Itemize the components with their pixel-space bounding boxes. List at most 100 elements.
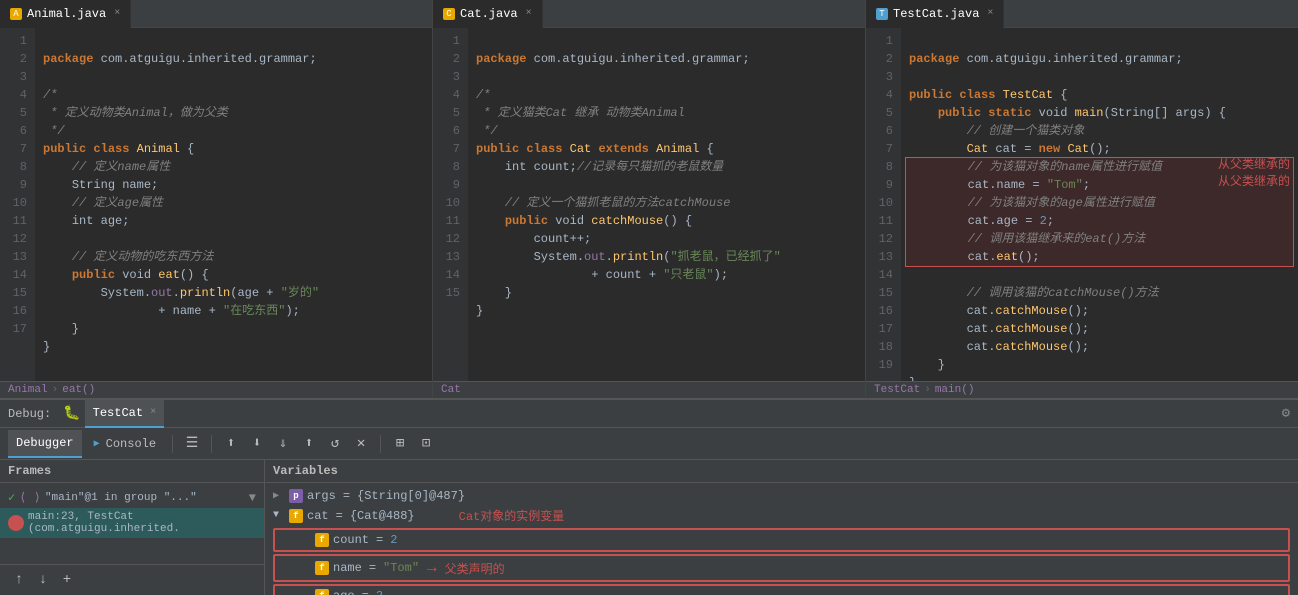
- count-value: 2: [390, 533, 397, 547]
- bug-icon: 🐛: [63, 405, 80, 422]
- parent-arrow: →: [427, 559, 437, 577]
- count-type-icon: f: [315, 533, 329, 547]
- animal-tab-icon: A: [10, 8, 22, 20]
- age-type-icon: f: [315, 589, 329, 595]
- cat-tab-bar: C Cat.java ×: [433, 0, 865, 28]
- cat-value: {Cat@488}: [350, 509, 415, 523]
- frame-controls: ↑ ↓ +: [0, 564, 264, 595]
- var-name-field[interactable]: f name = "Tom" → 父类声明的: [279, 557, 1284, 579]
- editor-area: A Animal.java × 12345 678910 1112131415 …: [0, 0, 1298, 400]
- gear-icon[interactable]: ⚙: [1282, 405, 1290, 422]
- args-eq: =: [343, 489, 350, 503]
- frames-btn[interactable]: ⊞: [389, 433, 411, 455]
- var-args[interactable]: ▶ p args = {String[0]@487}: [265, 487, 1298, 505]
- var-age[interactable]: f age = 2: [279, 587, 1284, 595]
- debug-toolbar: Debugger ▶ Console ☰ ⬆ ⬇ ⇓ ⬆ ↺ ✕ ⊞ ⊡: [0, 428, 1298, 460]
- animal-tab-label: Animal.java: [27, 7, 106, 21]
- age-name: age: [333, 589, 355, 595]
- count-highlight-box: f count = 2: [273, 528, 1290, 552]
- frame-check-icon: ✓: [8, 490, 15, 505]
- testcat-code-content[interactable]: package com.atguigu.inherited.grammar; p…: [901, 28, 1298, 381]
- frame-up-btn[interactable]: ↑: [8, 569, 30, 591]
- evaluate-btn[interactable]: ✕: [350, 433, 372, 455]
- step-into-btn[interactable]: ⬇: [246, 433, 268, 455]
- cat-eq: =: [336, 509, 343, 523]
- count-eq: =: [376, 533, 383, 547]
- debug-tab-bar: Debug: 🐛 TestCat × ⚙: [0, 400, 1298, 428]
- testcat-breadcrumb: TestCat › main(): [866, 381, 1298, 398]
- name-value: "Tom": [383, 561, 419, 575]
- testcat-tab-icon: T: [876, 8, 888, 20]
- step-out-btn[interactable]: ⬆: [298, 433, 320, 455]
- cat-tab-icon: C: [443, 8, 455, 20]
- cat-expand: ▼: [273, 510, 285, 521]
- layout-btn[interactable]: ⊡: [415, 433, 437, 455]
- debugger-tab[interactable]: Debugger: [8, 430, 82, 458]
- testcat-tab[interactable]: T TestCat.java ×: [866, 0, 1004, 28]
- testcat-tab-close[interactable]: ×: [987, 8, 993, 19]
- cat-tab[interactable]: C Cat.java ×: [433, 0, 543, 28]
- age-highlight-box: f age = 2: [273, 584, 1290, 595]
- frame-thread-icon: ⟨ ⟩: [19, 490, 41, 505]
- frame-dropdown-icon[interactable]: ▼: [249, 491, 256, 505]
- name-eq: =: [369, 561, 376, 575]
- args-type-icon: p: [289, 489, 303, 503]
- frame-item-1[interactable]: ✓ ⟨ ⟩ "main"@1 in group "..." ▼: [0, 487, 264, 508]
- cat-name: cat: [307, 509, 329, 523]
- debugger-label: Debugger: [16, 436, 74, 450]
- testcat-tab-label: TestCat.java: [893, 7, 979, 21]
- rerun-btn[interactable]: ☰: [181, 433, 203, 455]
- force-step-btn[interactable]: ⇓: [272, 433, 294, 455]
- frame-down-btn[interactable]: ↓: [32, 569, 54, 591]
- frame-item-2[interactable]: main:23, TestCat (com.atguigu.inherited.: [0, 508, 264, 538]
- cat-line-numbers: 12345 678910 1112131415: [433, 28, 468, 381]
- toolbar-sep2: [211, 435, 212, 453]
- toolbar-sep3: [380, 435, 381, 453]
- var-cat[interactable]: ▼ f cat = {Cat@488} Cat对象的实例变量: [265, 505, 1298, 526]
- name-field-label: name: [333, 561, 362, 575]
- cat-breadcrumb: Cat: [433, 381, 865, 398]
- cat-code-area: 12345 678910 1112131415 package com.atgu…: [433, 28, 865, 381]
- frame-stop-icon: [8, 515, 24, 531]
- cat-annotation: Cat对象的实例变量: [459, 507, 565, 524]
- debug-content: Frames ✓ ⟨ ⟩ "main"@1 in group "..." ▼ m…: [0, 460, 1298, 595]
- variables-list: ▶ p args = {String[0]@487} ▼ f cat = {Ca…: [265, 483, 1298, 595]
- frames-panel: Frames ✓ ⟨ ⟩ "main"@1 in group "..." ▼ m…: [0, 460, 265, 595]
- animal-code-area: 12345 678910 1112131415 1617 package com…: [0, 28, 432, 381]
- testcat-code-area: 12345 678910 1112131415 16171819 package…: [866, 28, 1298, 381]
- variables-header: Variables: [265, 460, 1298, 483]
- args-value: {String[0]@487}: [357, 489, 465, 503]
- animal-code-content[interactable]: package com.atguigu.inherited.grammar; /…: [35, 28, 432, 381]
- debug-testcat-close[interactable]: ×: [150, 407, 156, 418]
- run-cursor-btn[interactable]: ↺: [324, 433, 346, 455]
- animal-tab-close[interactable]: ×: [114, 8, 120, 19]
- frames-list: ✓ ⟨ ⟩ "main"@1 in group "..." ▼ main:23,…: [0, 483, 264, 564]
- animal-breadcrumb: Animal › eat(): [0, 381, 432, 398]
- var-count[interactable]: f count = 2: [279, 531, 1284, 549]
- cat-tab-close[interactable]: ×: [526, 8, 532, 19]
- cat-code-content[interactable]: package com.atguigu.inherited.grammar; /…: [468, 28, 865, 381]
- cat-type-icon: f: [289, 509, 303, 523]
- age-value: 2: [376, 589, 383, 595]
- args-expand: ▶: [273, 490, 285, 502]
- animal-tab[interactable]: A Animal.java ×: [0, 0, 131, 28]
- animal-pane: A Animal.java × 12345 678910 1112131415 …: [0, 0, 433, 398]
- console-tab[interactable]: ▶ Console: [86, 430, 164, 458]
- frames-header: Frames: [0, 460, 264, 483]
- toolbar-sep1: [172, 435, 173, 453]
- cat-tab-label: Cat.java: [460, 7, 518, 21]
- name-type-icon: f: [315, 561, 329, 575]
- count-name: count: [333, 533, 369, 547]
- step-over-up-btn[interactable]: ⬆: [220, 433, 242, 455]
- inherited-annotation: 从父类继承的: [1218, 155, 1290, 172]
- console-icon: ▶: [94, 438, 100, 450]
- testcat-tab-bar: T TestCat.java ×: [866, 0, 1298, 28]
- frame-add-btn[interactable]: +: [56, 569, 78, 591]
- debug-area: Debug: 🐛 TestCat × ⚙ Debugger ▶ Console …: [0, 400, 1298, 595]
- animal-line-numbers: 12345 678910 1112131415 1617: [0, 28, 35, 381]
- cat-pane: C Cat.java × 12345 678910 1112131415 pac…: [433, 0, 866, 398]
- name-highlight-box: f name = "Tom" → 父类声明的: [273, 554, 1290, 582]
- args-name: args: [307, 489, 336, 503]
- debug-testcat-tab[interactable]: TestCat ×: [85, 400, 164, 428]
- testcat-line-numbers: 12345 678910 1112131415 16171819: [866, 28, 901, 381]
